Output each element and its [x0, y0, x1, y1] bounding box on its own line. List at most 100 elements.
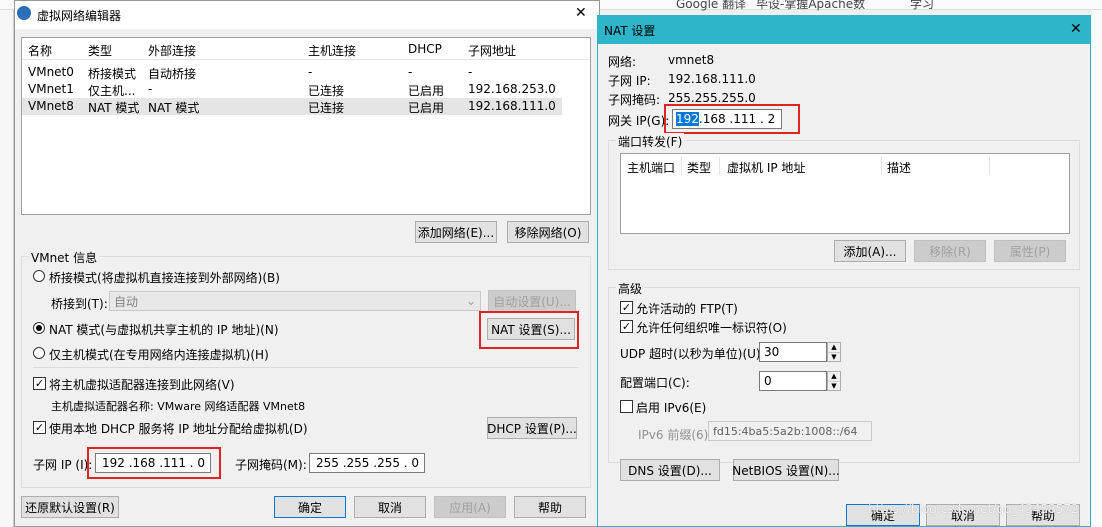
- row-type: 桥接模式: [88, 67, 137, 81]
- allow-ftp-checkbox[interactable]: ✓: [620, 301, 633, 314]
- row-type: NAT 模式: [88, 101, 140, 115]
- allow-uid-checkbox[interactable]: ✓: [620, 320, 633, 333]
- bookmark-folder-2[interactable]: 学习: [910, 0, 934, 12]
- nat-subnet-ip-value: 192.168.111.0: [668, 72, 756, 86]
- table-row[interactable]: VMnet1 仅主机... - 已连接 已启用 192.168.253.0: [22, 81, 590, 98]
- background-window-edge: [1092, 10, 1102, 527]
- col-host[interactable]: 主机连接: [308, 42, 356, 59]
- subnet-mask-field[interactable]: 255 .255 .255 . 0: [309, 453, 425, 473]
- config-port-input[interactable]: 0: [759, 371, 827, 391]
- config-port-stepper[interactable]: ▲ ▼: [827, 371, 841, 391]
- col-subnet[interactable]: 子网地址: [468, 42, 516, 59]
- ipv6-prefix-label: IPv6 前缀(6):: [638, 428, 713, 442]
- host-only-label[interactable]: 仅主机模式(在专用网络内连接虚拟机)(H): [49, 346, 269, 363]
- bridge-mode-radio[interactable]: [33, 270, 45, 282]
- subnet-mask-label: 子网掩码(M):: [235, 458, 307, 472]
- help-button[interactable]: 帮助: [514, 496, 586, 518]
- udp-timeout-label: UDP 超时(以秒为单位)(U):: [620, 347, 765, 361]
- col-type[interactable]: 类型: [88, 42, 112, 59]
- close-icon[interactable]: ✕: [575, 5, 587, 21]
- ok-button[interactable]: 确定: [274, 496, 346, 518]
- watermark: https://blog.csdn.net/qq_43458572: [868, 502, 1079, 516]
- add-network-button[interactable]: 添加网络(E)...: [415, 221, 497, 243]
- row-external: NAT 模式: [148, 101, 200, 115]
- advanced-label: 高级: [616, 280, 645, 297]
- pf-remove-button[interactable]: 移除(R): [914, 240, 986, 262]
- dns-settings-button[interactable]: DNS 设置(D)...: [620, 459, 720, 481]
- bridge-mode-label[interactable]: 桥接模式(将虚拟机直接连接到外部网络)(B): [49, 269, 280, 286]
- pf-col-type[interactable]: 类型: [687, 159, 711, 176]
- pf-col-vm-ip[interactable]: 虚拟机 IP 地址: [727, 159, 805, 176]
- bridged-to-label: 桥接到(T):: [51, 297, 108, 311]
- network-label: 网络:: [608, 55, 637, 69]
- enable-ipv6-label[interactable]: 启用 IPv6(E): [636, 399, 706, 416]
- bridged-value: 自动: [114, 294, 139, 309]
- title-bar: 虚拟网络编辑器 ✕: [15, 1, 599, 29]
- col-name[interactable]: 名称: [28, 42, 52, 59]
- use-dhcp-label[interactable]: 使用本地 DHCP 服务将 IP 地址分配给虚拟机(D): [49, 420, 308, 437]
- subnet-ip-highlight: [87, 447, 221, 479]
- apply-button[interactable]: 应用(A): [434, 496, 506, 518]
- row-host: -: [308, 65, 313, 79]
- netbios-settings-button[interactable]: NetBIOS 设置(N)...: [732, 459, 840, 481]
- dialog-title: 虚拟网络编辑器: [37, 9, 122, 23]
- row-name: VMnet1: [28, 82, 74, 96]
- col-divider: [881, 157, 882, 175]
- table-row[interactable]: VMnet0 桥接模式 自动桥接 - - -: [22, 64, 590, 81]
- udp-timeout-input[interactable]: 30: [759, 342, 827, 362]
- row-type: 仅主机...: [88, 84, 136, 98]
- row-host: 已连接: [308, 84, 345, 98]
- nat-mode-radio[interactable]: [33, 322, 45, 334]
- google-translate-tab[interactable]: Google 翻译: [676, 0, 746, 12]
- down-arrow-icon[interactable]: ▼: [828, 353, 840, 362]
- remove-network-button[interactable]: 移除网络(O): [507, 221, 589, 243]
- connect-adapter-label[interactable]: 将主机虚拟适配器连接到此网络(V): [49, 376, 235, 393]
- cancel-button[interactable]: 取消: [354, 496, 426, 518]
- enable-ipv6-checkbox[interactable]: [620, 400, 633, 413]
- ipv6-prefix-input[interactable]: fd15:4ba5:5a2b:1008::/64: [708, 421, 872, 441]
- allow-uid-label[interactable]: 允许任何组织唯一标识符(O): [636, 319, 787, 336]
- virtual-network-editor-dialog: 虚拟网络编辑器 ✕ 名称 类型 外部连接 主机连接 DHCP 子网地址 VMne…: [14, 0, 600, 527]
- col-divider: [989, 157, 990, 175]
- down-arrow-icon[interactable]: ▼: [828, 382, 840, 391]
- bookmark-folder-1[interactable]: 毕设-掌握Apache数: [756, 0, 865, 12]
- up-arrow-icon[interactable]: ▲: [828, 372, 840, 382]
- allow-ftp-label[interactable]: 允许活动的 FTP(T): [636, 300, 738, 317]
- network-list[interactable]: 名称 类型 外部连接 主机连接 DHCP 子网地址 VMnet0 桥接模式 自动…: [21, 37, 591, 215]
- row-name: VMnet8: [28, 99, 74, 113]
- network-value: vmnet8: [668, 53, 715, 67]
- host-only-radio[interactable]: [33, 347, 45, 359]
- col-external[interactable]: 外部连接: [148, 42, 196, 59]
- nat-mode-label[interactable]: NAT 模式(与虚拟机共享主机的 IP 地址)(N): [49, 321, 279, 338]
- up-arrow-icon[interactable]: ▲: [828, 343, 840, 353]
- row-external: 自动桥接: [148, 67, 197, 81]
- bridged-to-select[interactable]: 自动 ⌄: [109, 291, 481, 311]
- vmware-network-icon: [17, 6, 31, 20]
- udp-timeout-stepper[interactable]: ▲ ▼: [827, 342, 841, 362]
- dhcp-settings-button[interactable]: DHCP 设置(P)...: [487, 417, 577, 439]
- nat-subnet-mask-label: 子网掩码:: [608, 93, 661, 107]
- subnet-ip-label: 子网 IP (I):: [33, 458, 93, 472]
- row-external: -: [148, 82, 153, 96]
- restore-defaults-button[interactable]: 还原默认设置(R): [21, 496, 119, 518]
- pf-col-desc[interactable]: 描述: [887, 159, 911, 176]
- vmnet-info-label: VMnet 信息: [29, 249, 100, 266]
- col-dhcp[interactable]: DHCP: [408, 42, 442, 56]
- port-forward-list[interactable]: 主机端口 类型 虚拟机 IP 地址 描述: [620, 153, 1070, 234]
- col-divider: [681, 157, 682, 175]
- pf-add-button[interactable]: 添加(A)...: [834, 240, 906, 262]
- close-icon[interactable]: ✕: [1070, 21, 1082, 37]
- pf-properties-button[interactable]: 属性(P): [994, 240, 1066, 262]
- row-dhcp: 已启用: [408, 84, 445, 98]
- pf-col-host-port[interactable]: 主机端口: [627, 159, 675, 176]
- auto-settings-button[interactable]: 自动设置(U)...: [488, 290, 576, 312]
- adapter-name: 主机虚拟适配器名称: VMware 网络适配器 VMnet8: [51, 400, 306, 413]
- table-row-selected[interactable]: VMnet8 NAT 模式 NAT 模式 已连接 已启用 192.168.111…: [22, 98, 562, 115]
- nat-subnet-ip-label: 子网 IP:: [608, 74, 651, 88]
- connect-adapter-checkbox[interactable]: ✓: [33, 377, 46, 390]
- row-subnet: 192.168.253.0: [468, 82, 556, 96]
- nat-dialog-title: NAT 设置: [604, 24, 656, 38]
- nat-subnet-mask-value: 255.255.255.0: [668, 91, 756, 105]
- use-dhcp-checkbox[interactable]: ✓: [33, 421, 46, 434]
- background-window-strip: [0, 10, 14, 527]
